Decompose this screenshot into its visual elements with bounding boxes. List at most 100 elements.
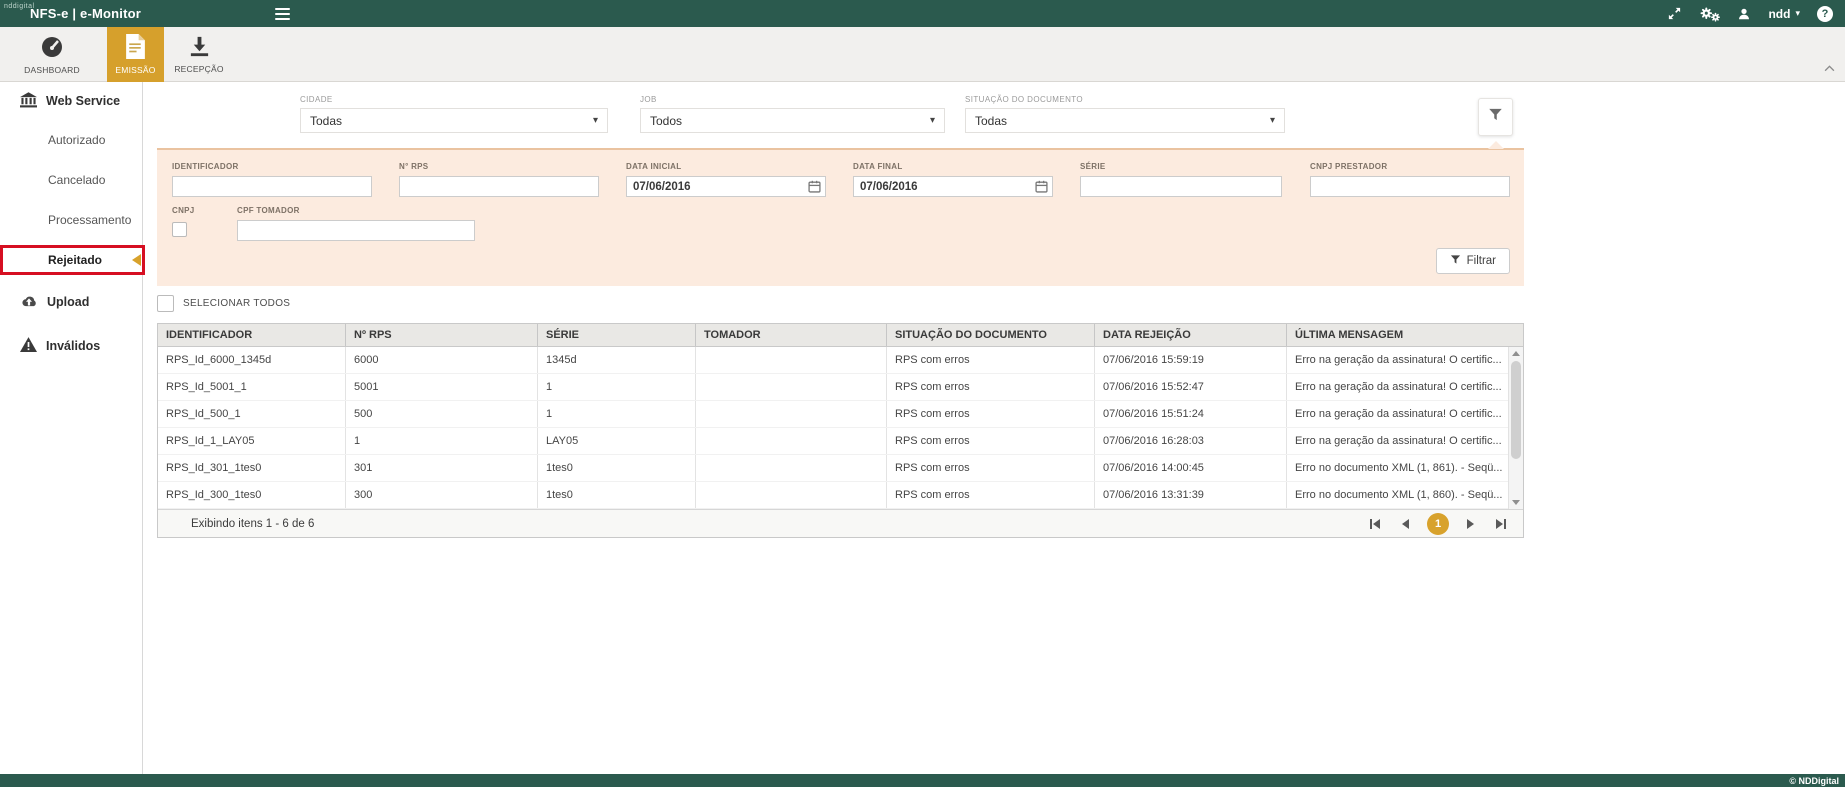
cidade-select[interactable]: Todas ▾ — [300, 108, 608, 133]
current-page-button[interactable]: 1 — [1427, 513, 1449, 535]
dashboard-gauge-icon — [39, 35, 65, 61]
scroll-up-icon[interactable] — [1509, 347, 1523, 360]
situacao-filter-group: SITUAÇÃO DO DOCUMENTO Todas ▾ — [965, 95, 1285, 133]
vertical-scrollbar[interactable] — [1508, 347, 1523, 509]
tab-dashboard[interactable]: DASHBOARD — [22, 27, 82, 82]
cell-situacao: RPS com erros — [887, 374, 1095, 400]
cnpj-prestador-input[interactable] — [1310, 176, 1510, 197]
identificador-group: IDENTIFICADOR — [172, 162, 372, 197]
tab-recepcao[interactable]: RECEPÇÃO — [167, 27, 231, 82]
sidebar-item-autorizado[interactable]: Autorizado — [0, 120, 142, 160]
sidebar-item-rejeitado[interactable]: Rejeitado — [0, 240, 142, 280]
select-all-checkbox[interactable] — [157, 295, 174, 312]
cnpj-checkbox[interactable] — [172, 222, 187, 237]
table-row[interactable]: RPS_Id_6000_1345d 6000 1345d RPS com err… — [158, 347, 1508, 374]
header-identificador[interactable]: IDENTIFICADOR — [158, 324, 346, 346]
table-row[interactable]: RPS_Id_1_LAY05 1 LAY05 RPS com erros 07/… — [158, 428, 1508, 455]
caret-down-icon: ▾ — [930, 115, 935, 126]
cell-nrps: 5001 — [346, 374, 538, 400]
cell-identificador: RPS_Id_301_1tes0 — [158, 455, 346, 481]
sidebar-item-label: Processamento — [48, 213, 131, 227]
header-situacao[interactable]: SITUAÇÃO DO DOCUMENTO — [887, 324, 1095, 346]
table-row[interactable]: RPS_Id_500_1 500 1 RPS com erros 07/06/2… — [158, 401, 1508, 428]
cell-mensagem: Erro no documento XML (1, 860). - Seqü..… — [1287, 482, 1508, 508]
tab-recepcao-label: RECEPÇÃO — [174, 64, 223, 74]
previous-page-icon[interactable] — [1398, 517, 1412, 531]
situacao-select[interactable]: Todas ▾ — [965, 108, 1285, 133]
cidade-label: CIDADE — [300, 95, 608, 104]
cpf-tomador-input[interactable] — [237, 220, 475, 241]
cell-serie: 1tes0 — [538, 455, 696, 481]
cell-mensagem: Erro na geração da assinatura! O certifi… — [1287, 401, 1508, 427]
last-page-icon[interactable] — [1493, 517, 1509, 531]
calendar-icon[interactable] — [808, 180, 821, 198]
cell-data-rejeicao: 07/06/2016 15:59:19 — [1095, 347, 1287, 373]
tab-dashboard-label: DASHBOARD — [24, 65, 80, 75]
cpf-tomador-label: CPF TOMADOR — [237, 206, 475, 215]
collapse-toolbar-icon[interactable] — [1824, 59, 1835, 77]
cell-data-rejeicao: 07/06/2016 16:28:03 — [1095, 428, 1287, 454]
cell-situacao: RPS com erros — [887, 428, 1095, 454]
header-ultima-mensagem[interactable]: ÚLTIMA MENSAGEM — [1287, 324, 1523, 346]
header-tomador[interactable]: TOMADOR — [696, 324, 887, 346]
table-row[interactable]: RPS_Id_300_1tes0 300 1tes0 RPS com erros… — [158, 482, 1508, 509]
first-page-icon[interactable] — [1367, 517, 1383, 531]
sidebar-item-label: Web Service — [46, 94, 120, 108]
sidebar-item-upload[interactable]: Upload — [0, 280, 142, 324]
cell-identificador: RPS_Id_1_LAY05 — [158, 428, 346, 454]
next-page-icon[interactable] — [1464, 517, 1478, 531]
fullscreen-icon[interactable] — [1667, 6, 1682, 21]
header-serie[interactable]: SÉRIE — [538, 324, 696, 346]
menu-hamburger-icon[interactable] — [271, 4, 294, 24]
user-icon[interactable] — [1737, 7, 1751, 21]
cell-data-rejeicao: 07/06/2016 13:31:39 — [1095, 482, 1287, 508]
cell-tomador — [696, 374, 887, 400]
job-select[interactable]: Todos ▾ — [640, 108, 945, 133]
identificador-label: IDENTIFICADOR — [172, 162, 372, 171]
filtrar-button[interactable]: Filtrar — [1436, 248, 1510, 274]
sidebar-item-web-service[interactable]: Web Service — [0, 82, 142, 120]
cell-nrps: 300 — [346, 482, 538, 508]
download-icon — [188, 35, 211, 60]
tab-emissao[interactable]: EMISSÃO — [107, 27, 164, 82]
cell-situacao: RPS com erros — [887, 455, 1095, 481]
cell-tomador — [696, 428, 887, 454]
funnel-icon — [1450, 254, 1461, 268]
calendar-icon[interactable] — [1035, 180, 1048, 198]
cell-situacao: RPS com erros — [887, 401, 1095, 427]
data-final-input[interactable] — [853, 176, 1053, 197]
sidebar-item-label: Autorizado — [48, 133, 105, 147]
data-inicial-input[interactable] — [626, 176, 826, 197]
sidebar-item-cancelado[interactable]: Cancelado — [0, 160, 142, 200]
serie-group: SÉRIE — [1080, 162, 1282, 197]
ndd-logo: nddigital — [4, 3, 35, 10]
serie-input[interactable] — [1080, 176, 1282, 197]
cell-identificador: RPS_Id_500_1 — [158, 401, 346, 427]
sidebar-item-processamento[interactable]: Processamento — [0, 200, 142, 240]
scroll-down-icon[interactable] — [1509, 496, 1523, 509]
nrps-input[interactable] — [399, 176, 599, 197]
pagination: 1 — [1367, 513, 1509, 535]
filter-toggle-button[interactable] — [1478, 98, 1513, 136]
scrollbar-thumb[interactable] — [1511, 361, 1521, 459]
cnpj-label: CNPJ — [172, 206, 212, 215]
cell-tomador — [696, 482, 887, 508]
nrps-label: N° RPS — [399, 162, 599, 171]
identificador-input[interactable] — [172, 176, 372, 197]
cell-mensagem: Erro na geração da assinatura! O certifi… — [1287, 428, 1508, 454]
cell-mensagem: Erro na geração da assinatura! O certifi… — [1287, 374, 1508, 400]
sidebar-item-invalidos[interactable]: Inválidos — [0, 324, 142, 368]
user-menu[interactable]: ndd ▾ — [1768, 7, 1800, 21]
table-row[interactable]: RPS_Id_5001_1 5001 1 RPS com erros 07/06… — [158, 374, 1508, 401]
document-icon — [125, 34, 146, 61]
table-row[interactable]: RPS_Id_301_1tes0 301 1tes0 RPS com erros… — [158, 455, 1508, 482]
header-data-rejeicao[interactable]: DATA REJEIÇÃO — [1095, 324, 1287, 346]
header-nrps[interactable]: Nº RPS — [346, 324, 538, 346]
help-icon[interactable]: ? — [1817, 6, 1833, 22]
cell-data-rejeicao: 07/06/2016 15:52:47 — [1095, 374, 1287, 400]
settings-gears-icon[interactable] — [1699, 6, 1720, 22]
items-count-label: Exibindo itens 1 - 6 de 6 — [191, 518, 314, 530]
caret-down-icon: ▾ — [1270, 115, 1275, 126]
main-content: CIDADE Todas ▾ JOB Todos ▾ SITUAÇÃO DO D… — [144, 82, 1845, 774]
data-final-group: DATA FINAL — [853, 162, 1053, 197]
